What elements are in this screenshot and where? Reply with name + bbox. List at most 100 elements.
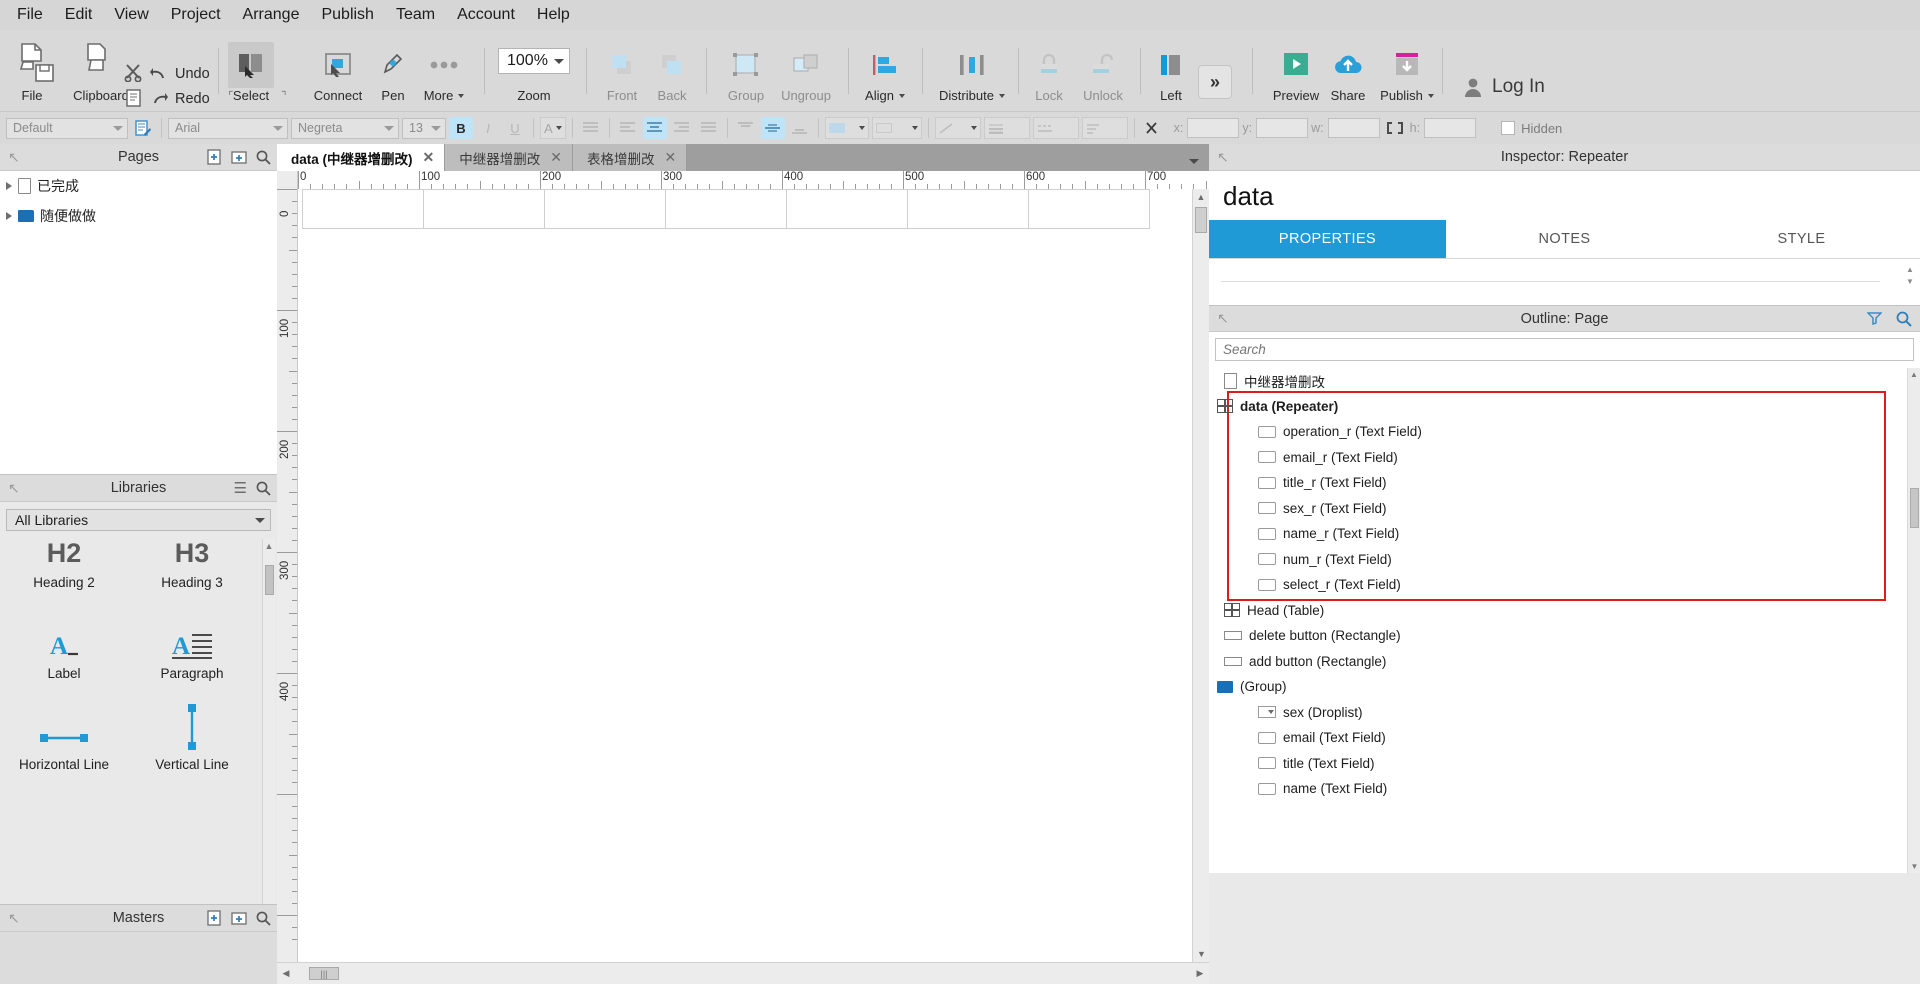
libraries-search-icon[interactable]	[256, 481, 271, 496]
close-icon[interactable]: ✕	[423, 149, 435, 166]
canvas-widget-cell[interactable]	[907, 189, 1029, 229]
outline-tree-row[interactable]: delete button (Rectangle)	[1209, 623, 1920, 649]
library-item-label[interactable]: A Label	[0, 614, 128, 681]
inspector-scroll-up-icon[interactable]: ▲	[1904, 263, 1916, 275]
expander-triangle-icon[interactable]	[6, 182, 12, 190]
canvas-scroll-up-icon[interactable]: ▲	[1193, 189, 1209, 205]
undo-button[interactable]: Undo	[150, 66, 210, 82]
library-chevron-down-icon[interactable]	[255, 517, 265, 523]
ribbon-group-pen[interactable]: Pen	[372, 30, 414, 111]
outline-scroll-down-icon[interactable]: ▼	[1908, 860, 1920, 873]
add-master-icon[interactable]	[207, 910, 222, 926]
outline-tree-row[interactable]: name (Text Field)	[1209, 776, 1920, 802]
size-h-group[interactable]: h:	[1410, 118, 1477, 138]
inspector-collapse-icon[interactable]: ↖	[1217, 149, 1229, 166]
outline-search-input[interactable]	[1215, 338, 1914, 361]
h-input[interactable]	[1424, 118, 1477, 138]
outline-tree-row[interactable]: select_r (Text Field)	[1209, 572, 1920, 598]
x-input[interactable]	[1187, 118, 1240, 138]
save-icon[interactable]	[34, 64, 56, 84]
ribbon-group-distribute[interactable]: Distribute	[928, 30, 1016, 111]
canvas-widget-cell[interactable]	[665, 189, 787, 229]
line-width-button[interactable]	[983, 117, 1030, 139]
publish-chevron-down-icon[interactable]	[1427, 93, 1434, 98]
menu-item-publish[interactable]: Publish	[310, 1, 384, 29]
distribute-icon[interactable]	[958, 53, 986, 77]
libraries-scroll-up-icon[interactable]: ▲	[263, 539, 275, 553]
align-icon[interactable]	[871, 53, 899, 77]
library-item-heading3[interactable]: H3 Heading 3	[128, 539, 256, 590]
fill-color-button[interactable]	[824, 117, 869, 139]
outline-tree-row[interactable]: add button (Rectangle)	[1209, 649, 1920, 675]
canvas-widget-cell[interactable]	[544, 189, 666, 229]
connect-icon[interactable]	[324, 52, 352, 78]
library-item-paragraph[interactable]: A Paragraph	[128, 614, 256, 681]
align-center-text-button[interactable]	[642, 117, 667, 139]
ribbon-group-zoom[interactable]: 100% Zoom	[490, 30, 578, 111]
underline-button[interactable]: U	[503, 117, 527, 139]
canvas-vertical-scrollbar[interactable]: ▲ ▼	[1192, 189, 1209, 962]
outline-tree-row[interactable]: sex_r (Text Field)	[1209, 496, 1920, 522]
canvas-scroll-right-icon[interactable]: ▶	[1191, 968, 1209, 979]
preview-icon[interactable]	[1281, 51, 1311, 79]
canvas-widget-cell[interactable]	[423, 189, 545, 229]
canvas-scroll-left-icon[interactable]: ◀	[277, 968, 295, 979]
ribbon-group-connect[interactable]: Connect	[300, 30, 376, 111]
outline-tree-row[interactable]: title (Text Field)	[1209, 751, 1920, 777]
align-top-button[interactable]	[734, 117, 758, 139]
font-weight-select[interactable]: Negreta	[291, 117, 399, 139]
outline-tree[interactable]: ▲ ▼ 中继器增删改 data (Repeater) operation_r (Te…	[1209, 368, 1920, 873]
size-w-group[interactable]: w:	[1311, 118, 1380, 138]
publish-icon[interactable]	[1393, 51, 1421, 79]
font-color-button[interactable]: A	[540, 117, 566, 139]
close-icon[interactable]: ✕	[664, 149, 676, 166]
select-icon[interactable]	[237, 52, 265, 78]
double-chevron-right-icon[interactable]: »	[1198, 65, 1232, 99]
menu-item-edit[interactable]: Edit	[54, 1, 104, 29]
align-middle-button[interactable]	[760, 117, 785, 139]
lock-aspect-ratio-button[interactable]	[1383, 117, 1407, 139]
outline-search-icon[interactable]	[1896, 311, 1912, 327]
library-item-heading2[interactable]: H2 Heading 2	[0, 539, 128, 590]
canvas-widget-cell[interactable]	[1028, 189, 1150, 229]
share-cloud-icon[interactable]	[1332, 52, 1364, 78]
canvas-widget-cell[interactable]	[302, 189, 424, 229]
inspector-scroll-down-icon[interactable]: ▼	[1904, 275, 1916, 287]
font-family-select[interactable]: Arial	[168, 117, 288, 139]
ruler-corner[interactable]	[277, 171, 298, 189]
copy-icon[interactable]	[85, 42, 117, 76]
ribbon-group-more[interactable]: More	[416, 30, 472, 111]
menu-item-project[interactable]: Project	[160, 1, 232, 29]
outline-collapse-icon[interactable]: ↖	[1217, 310, 1229, 327]
library-item-vertical-line[interactable]: Vertical Line	[128, 704, 256, 772]
align-chevron-down-icon[interactable]	[898, 93, 905, 98]
align-justify-text-button[interactable]	[697, 117, 721, 139]
canvas-vertical-scroll-thumb[interactable]	[1195, 207, 1207, 233]
font-family-chevron-down-icon[interactable]	[273, 125, 283, 131]
clear-style-button[interactable]	[1141, 117, 1165, 139]
fill-chevron-down-icon[interactable]	[858, 126, 865, 130]
align-left-icon[interactable]	[1158, 53, 1184, 77]
libraries-scroll-thumb[interactable]	[265, 565, 274, 595]
close-icon[interactable]: ✕	[550, 149, 562, 166]
y-input[interactable]	[1256, 118, 1309, 138]
ribbon-group-publish[interactable]: Publish	[1374, 30, 1440, 111]
ribbon-group-left[interactable]: Left	[1148, 30, 1194, 111]
tab-overflow-chevron-down-icon[interactable]	[1189, 159, 1199, 164]
masters-collapse-icon[interactable]: ↖	[8, 910, 20, 927]
position-x-group[interactable]: x:	[1174, 118, 1240, 138]
outline-scrollbar[interactable]: ▲ ▼	[1907, 368, 1920, 873]
outline-scroll-up-icon[interactable]: ▲	[1908, 368, 1920, 381]
position-y-group[interactable]: y:	[1242, 118, 1309, 138]
menu-item-help[interactable]: Help	[526, 1, 581, 29]
edit-style-icon[interactable]	[131, 117, 155, 139]
menu-item-account[interactable]: Account	[446, 1, 526, 29]
canvas-tab-2[interactable]: 表格增删改 ✕	[572, 144, 688, 171]
widget-style-chevron-down-icon[interactable]	[113, 125, 123, 131]
pages-tree-item-0[interactable]: 已完成	[0, 171, 277, 201]
zoom-chevron-down-icon[interactable]	[554, 58, 564, 64]
line-style-button[interactable]	[934, 117, 981, 139]
outline-tree-row[interactable]: sex (Droplist)	[1209, 700, 1920, 726]
outline-tree-row[interactable]: email_r (Text Field)	[1209, 445, 1920, 471]
outline-tree-row[interactable]: (Group)	[1209, 674, 1920, 700]
